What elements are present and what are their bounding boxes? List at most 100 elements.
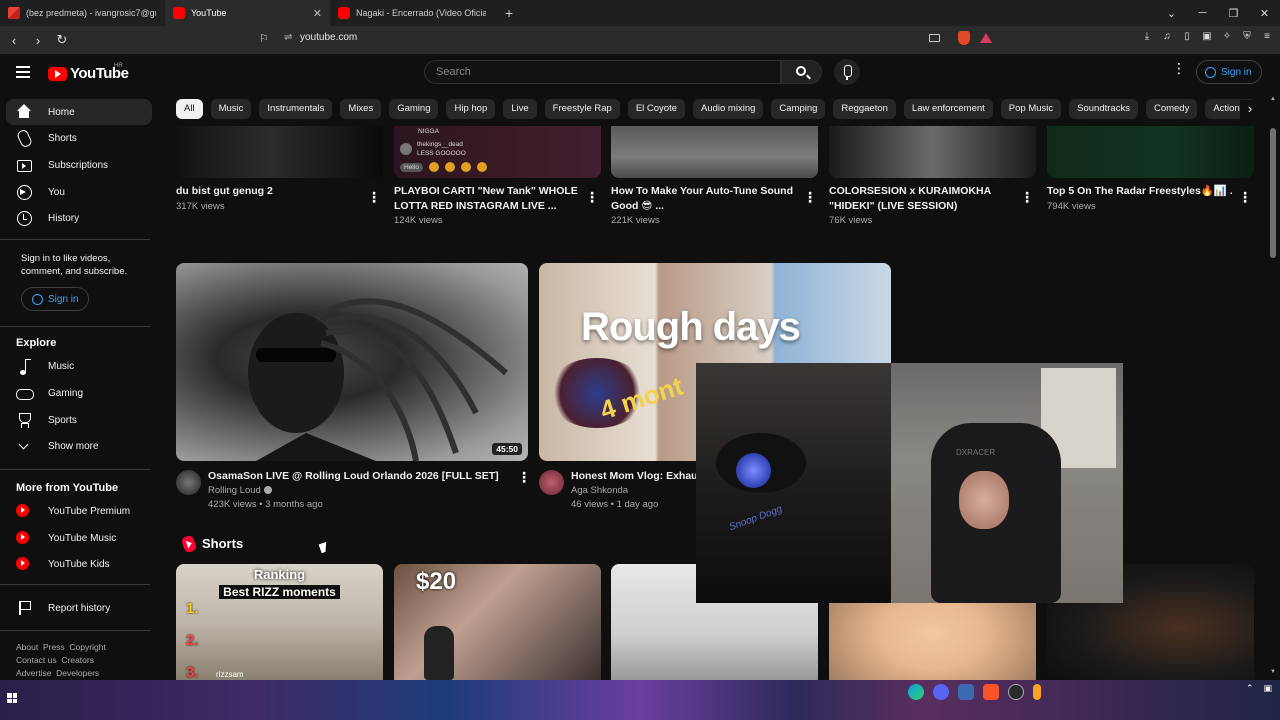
hamburger-menu-icon[interactable] [16,66,30,78]
brave-rewards-icon[interactable] [980,33,992,43]
footer-link[interactable]: Creators [61,655,94,665]
sign-in-button[interactable]: Sign in [1196,60,1262,84]
channel-name[interactable]: Aga Shkonda [571,484,628,499]
close-tab-icon[interactable]: ✕ [313,7,322,20]
url-field[interactable]: youtube.com [300,32,357,43]
vpn-icon[interactable]: ⛨ [1240,31,1254,45]
app-icon[interactable] [1033,684,1041,700]
sidebar-sign-in-button[interactable]: Sign in [21,287,89,311]
search-input[interactable]: Search [424,60,781,84]
browser-tab-gmail[interactable]: (bez predmeta) - ivangrosic7@gmail [0,0,165,26]
channel-name[interactable]: Rolling Loud [208,484,272,499]
footer-link[interactable]: About [16,642,38,652]
video-menu-icon[interactable] [1238,189,1252,206]
chip-reggaeton[interactable]: Reggaeton [833,99,896,119]
chip-pop-music[interactable]: Pop Music [1000,99,1062,119]
video-menu-icon[interactable] [803,189,817,206]
sidebar-item-you[interactable]: You [0,179,150,205]
video-title[interactable]: COLORSESION x KURAIMOKHA "HIDEKI" (LIVE … [829,184,1014,213]
sidebar-item-sports[interactable]: Sports [0,407,150,433]
video-thumbnail[interactable]: NIGGA thekings__dead LESS GOOOOO Hello [394,126,601,178]
close-window-icon[interactable]: ✕ [1249,7,1280,20]
sidebar-item-youtube-premium[interactable]: YouTube Premium [0,498,150,524]
video-thumbnail[interactable] [611,126,818,178]
video-thumbnail[interactable] [829,126,1036,178]
video-title[interactable]: du bist gut genug 2 [176,184,361,199]
chip-law-enforcement[interactable]: Law enforcement [903,99,993,119]
obs-icon[interactable] [1008,684,1024,700]
chip-live[interactable]: Live [503,99,537,119]
tab-list-icon[interactable]: ⌄ [1156,7,1187,20]
site-info-icon[interactable]: ⇌ [284,32,292,43]
footer-link[interactable]: Copyright [69,642,105,652]
sidebar-item-report-history[interactable]: Report history [0,595,150,621]
menu-icon[interactable]: ≡ [1260,31,1274,45]
video-menu-icon[interactable] [1020,189,1034,206]
chip-el-coyote[interactable]: El Coyote [627,99,685,119]
video-thumbnail[interactable]: 45:50 [176,263,528,461]
discord-icon[interactable] [933,684,949,700]
cast-icon[interactable] [929,34,940,42]
files-icon[interactable] [958,684,974,700]
chip-audio-mixing[interactable]: Audio mixing [693,99,764,119]
footer-link[interactable]: Contact us [16,655,57,665]
short-thumbnail[interactable]: $20 [394,564,601,680]
brave-shield-icon[interactable] [958,31,970,45]
sidebar-icon[interactable]: ▯ [1180,31,1194,45]
sidebar-item-gaming[interactable]: Gaming [0,380,150,406]
video-title[interactable]: Top 5 On The Radar Freestyles🔥📊 ... [1047,184,1232,199]
minimize-icon[interactable]: ─ [1187,7,1218,19]
media-icon[interactable]: ♫ [1160,31,1174,45]
sidebar-item-youtube-kids[interactable]: YouTube Kids [0,551,150,577]
footer-link[interactable]: Advertise [16,668,51,678]
bookmark-icon[interactable]: ⚐ [259,32,269,45]
chips-next-icon[interactable]: › [1240,100,1260,120]
browser-tab-youtube[interactable]: YouTube ✕ [165,0,330,26]
chip-camping[interactable]: Camping [771,99,826,119]
restore-icon[interactable]: ❐ [1218,7,1249,20]
sidebar-item-music[interactable]: Music [0,353,150,379]
video-title[interactable]: How To Make Your Auto-Tune Sound Good 😎 … [611,184,796,213]
footer-link[interactable]: Developers [56,668,99,678]
network-icon[interactable]: ▣ [1263,683,1272,694]
download-icon[interactable]: ⤓ [1140,31,1154,45]
chip-music[interactable]: Music [210,99,252,119]
chip-comedy[interactable]: Comedy [1145,99,1198,119]
brave-icon[interactable] [983,684,999,700]
sidebar-item-youtube-music[interactable]: YouTube Music [0,525,150,551]
search-button[interactable] [781,60,822,84]
chip-soundtracks[interactable]: Soundtracks [1069,99,1138,119]
leo-icon[interactable]: ✧ [1220,31,1234,45]
scroll-up-icon[interactable]: ▲ [1270,96,1276,102]
video-title[interactable]: Honest Mom Vlog: Exhaus [571,469,696,484]
settings-kebab-icon[interactable]: ⋮ [1172,61,1186,75]
browser-tab-nagaki[interactable]: Nagaki - Encerrado (Video Oficial) - Y [330,0,495,26]
windows-start-icon[interactable] [7,693,17,703]
edge-icon[interactable] [908,684,924,700]
scroll-down-icon[interactable]: ▼ [1270,669,1276,675]
back-icon[interactable]: ‹ [4,33,24,48]
chip-freestyle-rap[interactable]: Freestyle Rap [544,99,620,119]
channel-avatar[interactable] [176,470,201,495]
video-title[interactable]: PLAYBOI CARTI "New Tank" WHOLE LOTTA RED… [394,184,579,213]
sidebar-item-home[interactable]: Home [6,99,152,125]
forward-icon[interactable]: › [28,33,48,48]
sidebar-item-shorts[interactable]: Shorts [0,125,150,151]
voice-search-button[interactable] [834,59,860,85]
sidebar-item-show-more[interactable]: Show more [0,433,150,459]
video-title[interactable]: OsamaSon LIVE @ Rolling Loud Orlando 202… [208,469,508,484]
sidebar-item-subscriptions[interactable]: Subscriptions [0,152,150,178]
chip-gaming[interactable]: Gaming [389,99,439,119]
video-menu-icon[interactable] [517,469,531,486]
tray-chevron-icon[interactable]: ⌃ [1246,683,1254,694]
video-thumbnail[interactable] [176,126,383,178]
video-thumbnail[interactable] [1047,126,1254,178]
sidebar-item-history[interactable]: History [0,205,150,231]
chip-hip-hop[interactable]: Hip hop [446,99,496,119]
chip-mixes[interactable]: Mixes [340,99,382,119]
video-menu-icon[interactable] [367,189,381,206]
chip-instrumentals[interactable]: Instrumentals [259,99,333,119]
video-menu-icon[interactable] [585,189,599,206]
reload-icon[interactable]: ↻ [52,32,72,48]
short-thumbnail[interactable]: Ranking Best RIZZ moments 1. 2. 3. rizzs… [176,564,383,680]
